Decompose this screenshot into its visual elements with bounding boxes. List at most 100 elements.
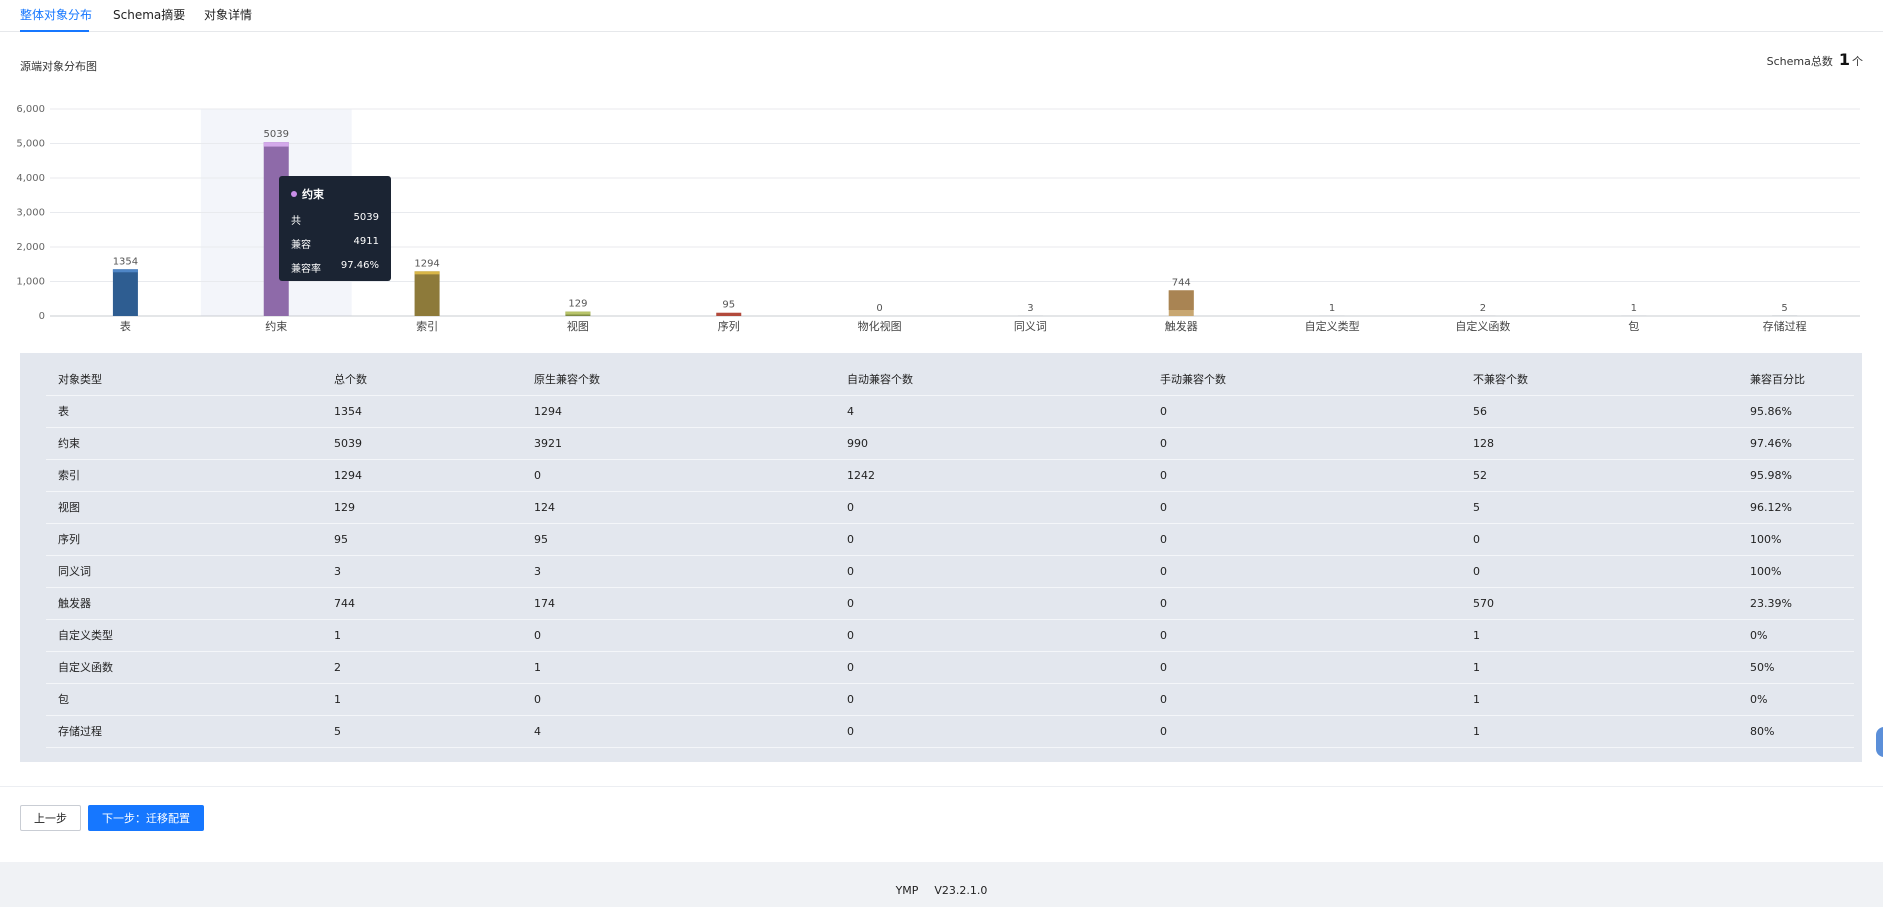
tab-object-details[interactable]: 对象详情 [204,6,252,23]
table-row: 同义词 3 3 0 0 0 100% [46,555,1854,588]
bar [716,312,742,316]
table-cell: 0 [1148,683,1461,716]
tooltip-row: 兼容 4911 [291,236,379,251]
bar [112,269,138,316]
tab-overall-distribution[interactable]: 整体对象分布 [20,6,92,23]
table-cell: 0 [1148,459,1461,492]
table-cell: 1 [1461,619,1738,652]
table-cell: 124 [522,491,835,524]
tooltip-label: 兼容率 [291,264,321,275]
table-cell: 0 [1148,523,1461,556]
table-row: 存储过程 5 4 0 0 1 80% [46,715,1854,748]
table-cell: 0 [835,683,1148,716]
x-tick-label: 自定义类型 [1305,319,1360,333]
table-cell: 990 [835,427,1148,460]
table-body: 表 1354 1294 4 0 56 95.86% 约束 5039 3921 990 0 128 97.4… [46,395,1854,748]
x-tick-label: 索引 [416,319,438,333]
x-tick-label: 存储过程 [1763,319,1807,333]
table-cell: 0% [1738,683,1854,716]
table-cell: 自定义函数 [46,651,322,684]
table-cell: 0 [1148,395,1461,428]
table-cell: 5 [1461,491,1738,524]
table-cell: 1294 [522,395,835,428]
y-tick-label: 5,000 [16,139,45,150]
data-label: 129 [568,299,587,310]
bar-segment [414,271,440,275]
tab-schema-summary[interactable]: Schema摘要 [113,6,185,23]
table-cell: 1 [1461,683,1738,716]
table-cell: 同义词 [46,555,322,588]
table-cell: 0 [1148,715,1461,748]
table-row: 约束 5039 3921 990 0 128 97.46% [46,427,1854,460]
y-tick-label: 4,000 [16,173,45,184]
schema-total: Schema总数 1 个 [1767,50,1863,69]
table-cell: 0 [1148,491,1461,524]
table-cell: 2 [322,651,522,684]
table-cell: 3 [322,555,522,588]
data-label: 5 [1781,303,1787,314]
data-label: 1294 [414,258,439,269]
previous-step-button[interactable]: 上一步 [20,805,81,831]
table-cell: 0 [835,619,1148,652]
table-cell: 0 [1148,619,1461,652]
bar-segment [112,269,138,273]
tooltip-row: 兼容率 97.46% [291,260,379,275]
side-float-handle[interactable] [1876,727,1883,757]
data-label: 3 [1027,303,1033,314]
object-stats-table-panel: 对象类型 总个数 原生兼容个数 自动兼容个数 手动兼容个数 不兼容个数 兼容百分… [20,353,1862,762]
table-cell: 1242 [835,459,1148,492]
table-cell: 3921 [522,427,835,460]
chart-title: 源端对象分布图 [20,60,97,73]
table-cell: 0 [835,523,1148,556]
table-cell: 0 [1461,555,1738,588]
data-label: 5039 [264,129,289,140]
column-header: 对象类型 [46,363,322,396]
column-header: 原生兼容个数 [522,363,835,396]
table-row: 表 1354 1294 4 0 56 95.86% [46,395,1854,428]
table-row: 自定义类型 1 0 0 0 1 0% [46,619,1854,652]
table-cell: 1354 [322,395,522,428]
table-cell: 0 [1148,555,1461,588]
schema-total-value: 1 [1838,50,1850,69]
table-row: 触发器 744 174 0 0 570 23.39% [46,587,1854,620]
x-tick-label: 物化视图 [858,319,902,333]
table-cell: 0 [522,619,835,652]
schema-total-unit: 个 [1852,55,1863,68]
tooltip-label: 共 [291,216,301,227]
x-tick-label: 视图 [567,319,589,333]
table-cell: 95.86% [1738,395,1854,428]
table-cell: 1 [1461,715,1738,748]
table-cell: 1 [322,683,522,716]
table-header-row: 对象类型 总个数 原生兼容个数 自动兼容个数 手动兼容个数 不兼容个数 兼容百分… [46,363,1854,396]
table-row: 索引 1294 0 1242 0 52 95.98% [46,459,1854,492]
table-cell: 约束 [46,427,322,460]
footer-divider [0,786,1883,787]
series-dot-icon [291,191,297,197]
table-cell: 3 [522,555,835,588]
table-cell: 4 [522,715,835,748]
bar-segment [1168,290,1194,310]
main-card: 整体对象分布 Schema摘要 对象详情 源端对象分布图 Schema总数 1 个 … [0,0,1883,862]
table-cell: 97.46% [1738,427,1854,460]
bar-segment [263,142,289,147]
column-header: 自动兼容个数 [835,363,1148,396]
product-name: YMP [895,884,919,897]
table-cell: 129 [322,491,522,524]
table-cell: 0 [1461,523,1738,556]
column-header: 总个数 [322,363,522,396]
next-step-migration-config-button[interactable]: 下一步：迁移配置 [88,805,204,831]
table-cell: 0% [1738,619,1854,652]
object-stats-table: 对象类型 总个数 原生兼容个数 自动兼容个数 手动兼容个数 不兼容个数 兼容百分… [46,363,1854,748]
table-cell: 95.98% [1738,459,1854,492]
x-tick-label: 约束 [265,320,287,333]
table-cell: 表 [46,395,322,428]
table-cell: 96.12% [1738,491,1854,524]
table-cell: 0 [1148,427,1461,460]
table-cell: 1 [1461,651,1738,684]
bar-segment [565,311,591,315]
table-cell: 4 [835,395,1148,428]
table-cell: 索引 [46,459,322,492]
tooltip-title: 约束 [302,188,324,201]
chart-tooltip: 约束 共 5039 兼容 4911 兼容率 97.46% [279,176,391,281]
table-cell: 5 [322,715,522,748]
